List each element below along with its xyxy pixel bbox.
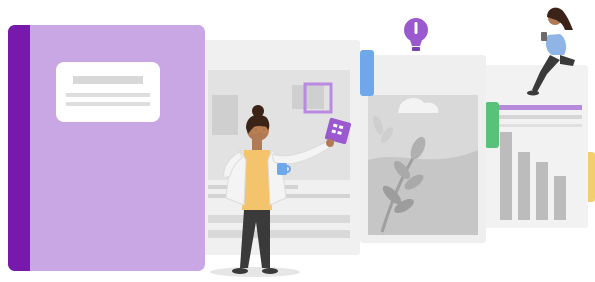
illustration-svg <box>8 7 595 277</box>
notebook-cover <box>8 25 205 271</box>
chart-bar <box>536 162 548 220</box>
notebook <box>8 25 205 271</box>
chart-bar <box>500 132 512 220</box>
chart-bar <box>518 152 530 220</box>
notebook-spine <box>8 25 30 271</box>
illustration-canvas <box>0 0 595 282</box>
page-document <box>200 40 360 255</box>
lightbulb-icon <box>404 18 428 51</box>
page-bar-chart <box>485 65 595 228</box>
notebook-label <box>56 62 160 122</box>
phone-icon <box>541 32 547 41</box>
page-tab-green <box>485 102 499 148</box>
page-tab-blue <box>360 50 374 96</box>
chart-bar <box>554 176 566 220</box>
page-landscape <box>360 50 486 243</box>
ground-shadow <box>210 267 300 277</box>
